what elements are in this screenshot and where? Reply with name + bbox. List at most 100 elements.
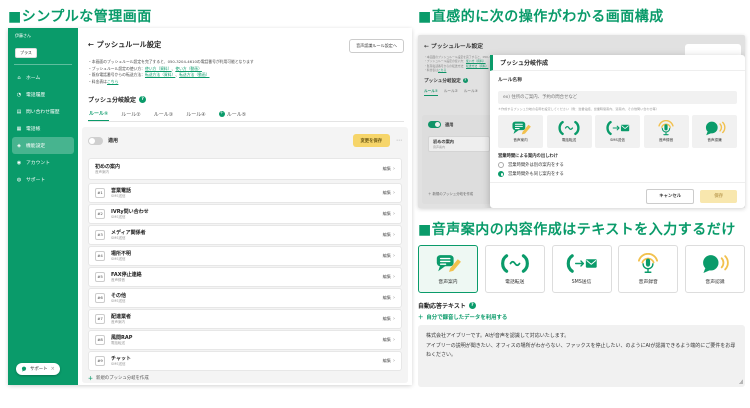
radio-option-different[interactable]: 営業時間外は別の案内をする (498, 162, 737, 168)
table-row[interactable]: #2 IVRy問い合わせSMS送信 編集› (88, 204, 402, 224)
voice-rule-settings-button[interactable]: 音声認識ルール設定へ (349, 39, 404, 53)
sidebar-item-label: 問い合わせ履歴 (26, 108, 60, 115)
tab-rule-5-add[interactable]: ＋ ルール⑤ (218, 110, 247, 121)
table-row[interactable]: #9 チャットSMS送信 編集› (88, 351, 402, 371)
tab-rule-2[interactable]: ルール② (120, 110, 141, 121)
phone-to-mail-icon (605, 120, 631, 136)
history-icon: ◔ (16, 92, 22, 98)
microphone-icon (631, 253, 665, 274)
support-chat-chip[interactable]: サポート × (16, 363, 60, 375)
edit-link[interactable]: 編集› (383, 166, 395, 172)
sidebar-item-feature-settings[interactable]: ◈ 機能設定 (12, 137, 74, 154)
push-branch-settings-title: プッシュ分岐設定 ? (88, 95, 146, 104)
use-own-recording-link[interactable]: ＋ 自分で録音したデータを利用する (418, 313, 507, 321)
help-icon[interactable]: ? (469, 302, 476, 309)
sidebar: 伊藤さん プラス ⌂ ホーム ◔ 電話履歴 ▤ 問い合わせ履歴 ▦ 電話帳 ◈ … (8, 28, 78, 385)
voice-card-recognize[interactable]: 音声認識 (685, 245, 745, 293)
create-branch-modal: プッシュ分岐作成 ルール名称 ＊作成するプッシュ分岐の名称を設定してください（例… (490, 55, 745, 208)
table-row[interactable]: #4 場所不明SMS送信 編集› (88, 246, 402, 266)
speech-bubble-pencil-icon (431, 253, 465, 274)
sidebar-user-name: 伊藤さん (15, 33, 78, 39)
sidebar-item-label: サポート (26, 176, 45, 183)
notice-line: ・本画面のプッシュルール設定を完了すると、050-3204-4610の電話番号が… (88, 59, 254, 66)
back-arrow-icon[interactable]: ← (88, 40, 94, 49)
save-button[interactable]: 保存 (700, 190, 737, 203)
admin-main: ← プッシュルール設定 音声認識ルール設定へ ・本画面のプッシュルール設定を完了… (78, 28, 412, 385)
speech-bubble-pencil-icon (508, 120, 534, 136)
table-row[interactable]: #1 営業電話SMS送信 編集› (88, 183, 402, 203)
tab-rule-3[interactable]: ルール③ (153, 110, 174, 121)
help-icon[interactable]: ? (139, 96, 146, 103)
edit-link[interactable]: 編集› (383, 232, 395, 238)
table-row[interactable]: #5 FAX停止連絡音声録音 編集› (88, 267, 402, 287)
edit-link[interactable]: 編集› (383, 337, 395, 343)
edit-link[interactable]: 編集› (383, 295, 395, 301)
table-row[interactable]: #7 配達業者音声案内 編集› (88, 309, 402, 329)
edit-link[interactable]: 編集› (383, 253, 395, 259)
type-card-sms[interactable]: SMS送信 (595, 115, 640, 148)
auto-response-textarea[interactable]: 株式会社アイブリーです。AIが音声を認識して対応いたします。 アイブリーの説明が… (418, 325, 745, 387)
new-branch-link[interactable]: ＋ 新規のプッシュ分岐を作成 (88, 375, 402, 382)
howto-video-link[interactable]: 使い方（動画） (175, 66, 202, 71)
type-card-recognize[interactable]: 音声認識 (692, 115, 737, 148)
type-card-voice-guide[interactable]: 音声案内 (498, 115, 543, 148)
notice-line: ・既存電話番号からの転送方法：転送方法（資料）、転送方法（動画） (88, 72, 254, 79)
chevron-right-icon: › (393, 316, 395, 322)
more-menu-icon[interactable]: ⋯ (396, 138, 402, 144)
first-guidance-card[interactable]: 初めの案内 音声案内 編集› (88, 158, 402, 180)
pricing-link[interactable]: こちら (107, 79, 118, 84)
transfer-video-link[interactable]: 転送方法（動画） (179, 72, 209, 77)
radio-option-same[interactable]: 営業時間外も同じ案内をする (498, 171, 737, 177)
voice-type-cards: 音声案内 電話転送 SMS送信 音声録音 音声認識 (418, 245, 745, 293)
tab-rule-4[interactable]: ルール④ (185, 110, 206, 121)
notice-line: ・プッシュルール設定の使い方：使い方（資料）、使い方（動画） (88, 66, 254, 73)
type-card-call-transfer[interactable]: 電話転送 (547, 115, 592, 148)
rule-name-help: ＊作成するプッシュ分岐の名称を設定してください（例：営業電話、営業時間案内、道案… (498, 106, 737, 111)
sidebar-item-label: ホーム (26, 74, 40, 81)
sidebar-item-phonebook[interactable]: ▦ 電話帳 (12, 120, 74, 137)
edit-link[interactable]: 編集› (383, 274, 395, 280)
sidebar-item-support[interactable]: ◍ サポート (12, 171, 74, 188)
tab-rule-1[interactable]: ルール① (88, 110, 109, 121)
chevron-right-icon: › (393, 274, 395, 280)
sidebar-item-account[interactable]: ◉ アカウント (12, 154, 74, 171)
edit-link[interactable]: 編集› (383, 316, 395, 322)
modal-footer: キャンセル 保存 (490, 182, 745, 209)
rule-name-input[interactable] (498, 91, 737, 104)
user-icon: ◉ (16, 160, 22, 166)
sidebar-item-inquiry-history[interactable]: ▤ 問い合わせ履歴 (12, 103, 74, 120)
save-changes-button[interactable]: 変更を保存 (353, 134, 390, 147)
chevron-right-icon: › (393, 232, 395, 238)
notice-list: ・本画面のプッシュルール設定を完了すると、050-3204-4610の電話番号が… (88, 59, 254, 86)
sidebar-item-label: アカウント (26, 159, 50, 166)
sidebar-item-label: 電話履歴 (26, 91, 45, 98)
voice-card-call-transfer[interactable]: 電話転送 (485, 245, 545, 293)
voice-card-sms[interactable]: SMS送信 (552, 245, 612, 293)
support-chip-label: サポート (30, 366, 48, 372)
edit-link[interactable]: 編集› (383, 358, 395, 364)
right-bottom-section-heading: ■音声案内の内容作成はテキストを入力するだけ (418, 219, 736, 239)
chevron-right-icon: › (393, 253, 395, 259)
resize-handle-icon[interactable] (738, 379, 743, 384)
page: ■シンプルな管理画面 伊藤さん プラス ⌂ ホーム ◔ 電話履歴 ▤ 問い合わせ… (0, 0, 750, 408)
right-top-section-heading: ■直感的に次の操作がわかる画面構成 (418, 6, 664, 26)
table-row[interactable]: #8 風間RAP電話転送 編集› (88, 330, 402, 350)
close-icon[interactable]: × (51, 366, 55, 372)
transfer-doc-link[interactable]: 転送方法（資料） (145, 72, 175, 77)
cancel-button[interactable]: キャンセル (646, 189, 694, 204)
apply-toggle[interactable] (88, 137, 103, 145)
home-icon: ⌂ (16, 75, 22, 81)
chevron-right-icon: › (393, 358, 395, 364)
edit-link[interactable]: 編集› (383, 211, 395, 217)
voice-card-record[interactable]: 音声録音 (618, 245, 678, 293)
voice-card-voice-guide[interactable]: 音声案内 (418, 245, 478, 293)
radio-selected-icon (498, 171, 504, 177)
sidebar-item-home[interactable]: ⌂ ホーム (12, 69, 74, 86)
sidebar-item-call-history[interactable]: ◔ 電話履歴 (12, 86, 74, 103)
howto-doc-link[interactable]: 使い方（資料） (145, 66, 172, 71)
table-row[interactable]: #3 メディア関係者SMS送信 編集› (88, 225, 402, 245)
type-card-record[interactable]: 音声録音 (644, 115, 689, 148)
edit-link[interactable]: 編集› (383, 190, 395, 196)
table-row[interactable]: #6 その他SMS送信 編集› (88, 288, 402, 308)
phone-transfer-icon (556, 120, 582, 136)
